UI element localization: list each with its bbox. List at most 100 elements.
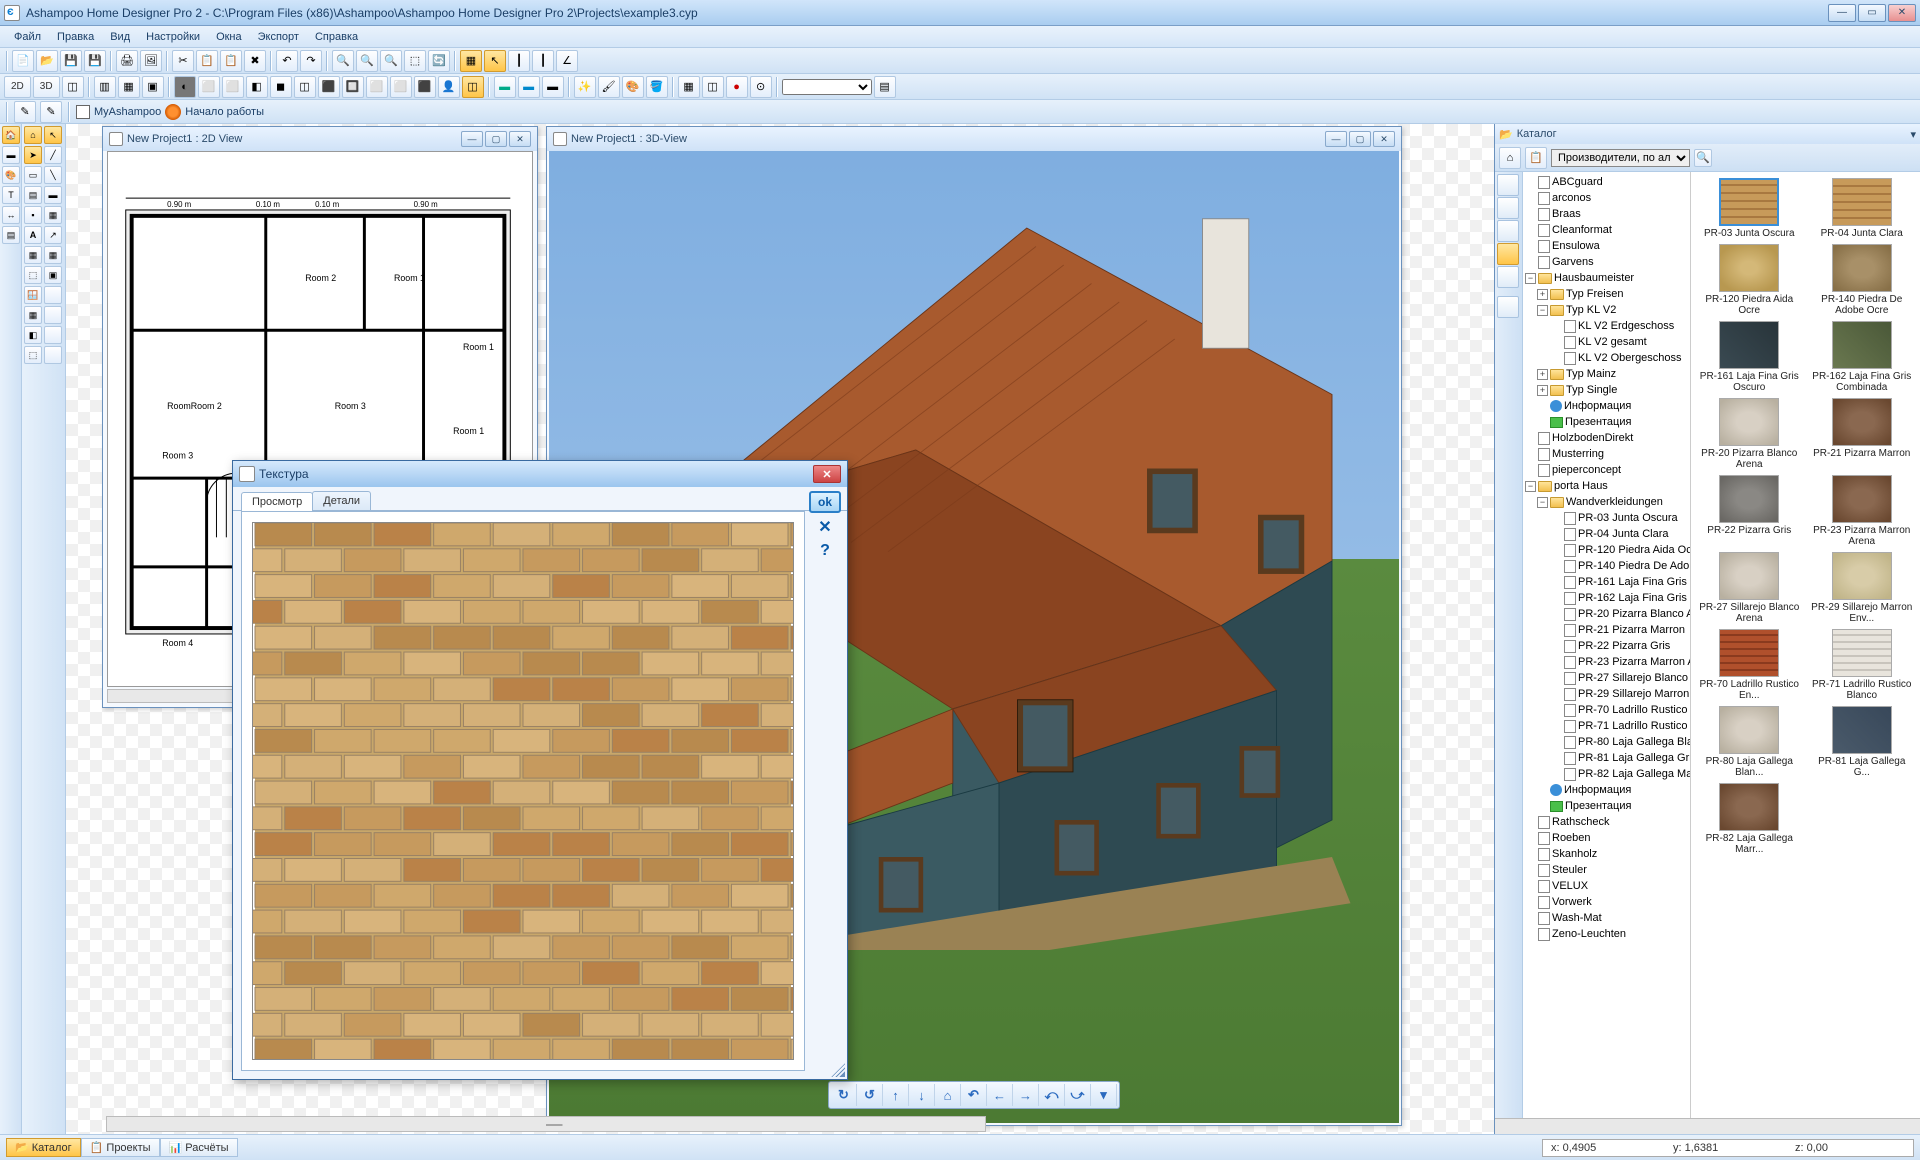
tree-item[interactable]: Roeben [1523, 830, 1690, 846]
subwin-close[interactable]: ✕ [509, 131, 531, 147]
subwin3d-max[interactable]: ▢ [1349, 131, 1371, 147]
save-icon[interactable]: 💾 [60, 50, 82, 72]
brush-icon[interactable]: 🖌 [598, 76, 620, 98]
minimize-button[interactable]: — [1828, 4, 1856, 22]
catalog-thumbnails[interactable]: PR-03 Junta OscuraPR-04 Junta ClaraPR-12… [1691, 172, 1920, 1118]
tree-item[interactable]: PR-81 Laja Gallega Gris [1523, 750, 1690, 766]
v-b[interactable]: ╲ [44, 166, 62, 184]
v-arrow2[interactable]: ↗ [44, 226, 62, 244]
tree-item[interactable]: Информация [1523, 398, 1690, 414]
v-c[interactable]: ▤ [24, 186, 42, 204]
texture-thumb[interactable]: PR-82 Laja Gallega Marr... [1697, 783, 1802, 856]
catalog-scroll[interactable] [1495, 1118, 1920, 1134]
cat-side-folder[interactable] [1497, 220, 1519, 242]
v-k[interactable]: ▦ [24, 306, 42, 324]
tree-item[interactable]: KL V2 Obergeschoss [1523, 350, 1690, 366]
render-h[interactable]: ⬜ [366, 76, 388, 98]
cat-side-selected[interactable] [1497, 243, 1519, 265]
tab-details[interactable]: Детали [312, 491, 371, 510]
tree-branch[interactable]: +Typ Mainz [1523, 366, 1690, 382]
texture-thumb[interactable]: PR-04 Junta Clara [1810, 178, 1915, 240]
layer-c[interactable]: ▬ [542, 76, 564, 98]
texture-dialog-titlebar[interactable]: Текстура ✕ [233, 461, 847, 487]
tree-item[interactable]: PR-29 Sillarejo Marron B [1523, 686, 1690, 702]
cursor-icon[interactable]: ↖ [484, 50, 506, 72]
catalog-tree[interactable]: ABCguardarconosBraasCleanformatEnsulowaG… [1523, 172, 1691, 1118]
select-icon[interactable]: ↖ [44, 126, 62, 144]
tree-item[interactable]: Vorwerk [1523, 894, 1690, 910]
v-j[interactable] [44, 286, 62, 304]
menu-settings[interactable]: Настройки [138, 29, 208, 45]
tree-item[interactable]: ABCguard [1523, 174, 1690, 190]
tree-item[interactable]: Braas [1523, 206, 1690, 222]
texture-thumb[interactable]: PR-80 Laja Gallega Blan... [1697, 706, 1802, 779]
cat-type-icon[interactable]: 📋 [1525, 147, 1547, 169]
nav-left[interactable]: ← [987, 1084, 1013, 1106]
zoom-out-icon[interactable]: 🔍 [356, 50, 378, 72]
view-combo[interactable] [782, 79, 872, 95]
nav-dropdown[interactable]: ▾ [1091, 1084, 1117, 1106]
v-h[interactable]: ▣ [44, 266, 62, 284]
snap-h-icon[interactable]: ┃ [508, 50, 530, 72]
v-i[interactable]: 🪟 [24, 286, 42, 304]
bucket-icon[interactable]: 🪣 [646, 76, 668, 98]
dim-icon[interactable]: ↔ [2, 206, 20, 224]
texture-thumb[interactable]: PR-22 Pizarra Gris [1697, 475, 1802, 548]
subwin3d-min[interactable]: — [1325, 131, 1347, 147]
start-label[interactable]: Начало работы [185, 106, 264, 118]
catalog-header[interactable]: 📂 Каталог ▾ [1495, 124, 1920, 144]
tree-item[interactable]: PR-82 Laja Gallega Mar [1523, 766, 1690, 782]
tree-item[interactable]: PR-140 Piedra De Adob [1523, 558, 1690, 574]
edit-mode-b[interactable]: ✎ [40, 101, 62, 123]
zoom-fit-icon[interactable]: 🔍 [380, 50, 402, 72]
v-n[interactable] [44, 326, 62, 344]
refresh-icon[interactable]: 🔄 [428, 50, 450, 72]
nav-home[interactable]: ⌂ [935, 1084, 961, 1106]
tree-item[interactable]: HolzbodenDirekt [1523, 430, 1690, 446]
tree-item[interactable]: Rathscheck [1523, 814, 1690, 830]
undo-icon[interactable]: ↶ [276, 50, 298, 72]
tree-item[interactable]: PR-70 Ladrillo Rustico E [1523, 702, 1690, 718]
subwin-min[interactable]: — [461, 131, 483, 147]
texture-thumb[interactable]: PR-120 Piedra Aida Ocre [1697, 244, 1802, 317]
texture-thumb[interactable]: PR-21 Pizarra Marron [1810, 398, 1915, 471]
view-3d-button[interactable]: 3D [33, 76, 60, 98]
nav-rotate-right[interactable]: ↺ [857, 1084, 883, 1106]
tree-item[interactable]: PR-27 Sillarejo Blanco A [1523, 670, 1690, 686]
render-f[interactable]: ⬛ [318, 76, 340, 98]
status-tab-calc[interactable]: 📊Расчёты [160, 1138, 238, 1157]
texture-thumb[interactable]: PR-81 Laja Gallega G... [1810, 706, 1915, 779]
menu-view[interactable]: Вид [102, 29, 138, 45]
texture-thumb[interactable]: PR-20 Pizarra Blanco Arena [1697, 398, 1802, 471]
nav-rotate-left[interactable]: ↻ [831, 1084, 857, 1106]
status-tab-catalog[interactable]: 📂Каталог [6, 1138, 81, 1157]
home-icon[interactable]: 🏠 [2, 126, 20, 144]
render-j[interactable]: ⬛ [414, 76, 436, 98]
redo-icon[interactable]: ↷ [300, 50, 322, 72]
tree-item[interactable]: Skanholz [1523, 846, 1690, 862]
cut-icon[interactable]: ✂ [172, 50, 194, 72]
v-e[interactable]: ▪ [24, 206, 42, 224]
arrow-icon[interactable]: ➤ [24, 146, 42, 164]
texture-thumb[interactable]: PR-70 Ladrillo Rustico En... [1697, 629, 1802, 702]
grid-icon[interactable]: ▦ [460, 50, 482, 72]
myashampoo-checkbox[interactable] [76, 105, 90, 119]
tree-item[interactable]: Презентация [1523, 414, 1690, 430]
bitmap-icon[interactable]: 🖼 [140, 50, 162, 72]
tree-item[interactable]: arconos [1523, 190, 1690, 206]
tree-item[interactable]: Garvens [1523, 254, 1690, 270]
tree-item[interactable]: PR-20 Pizarra Blanco Ar [1523, 606, 1690, 622]
tree-branch[interactable]: −porta Haus [1523, 478, 1690, 494]
tab-preview[interactable]: Просмотр [241, 492, 313, 511]
roof-icon[interactable]: ⌂ [24, 126, 42, 144]
layers-icon[interactable]: ▤ [2, 226, 20, 244]
render-d[interactable]: ◧ [246, 76, 268, 98]
tree-item[interactable]: PR-162 Laja Fina Gris C [1523, 590, 1690, 606]
status-tab-projects[interactable]: 📋Проекты [81, 1138, 160, 1157]
tree-item[interactable]: PR-21 Pizarra Marron [1523, 622, 1690, 638]
nav-tilt-r[interactable]: ⤻ [1065, 1084, 1091, 1106]
tree-item[interactable]: Steuler [1523, 862, 1690, 878]
render-k[interactable]: 👤 [438, 76, 460, 98]
v-p[interactable] [44, 346, 62, 364]
tree-branch[interactable]: −Typ KL V2 [1523, 302, 1690, 318]
